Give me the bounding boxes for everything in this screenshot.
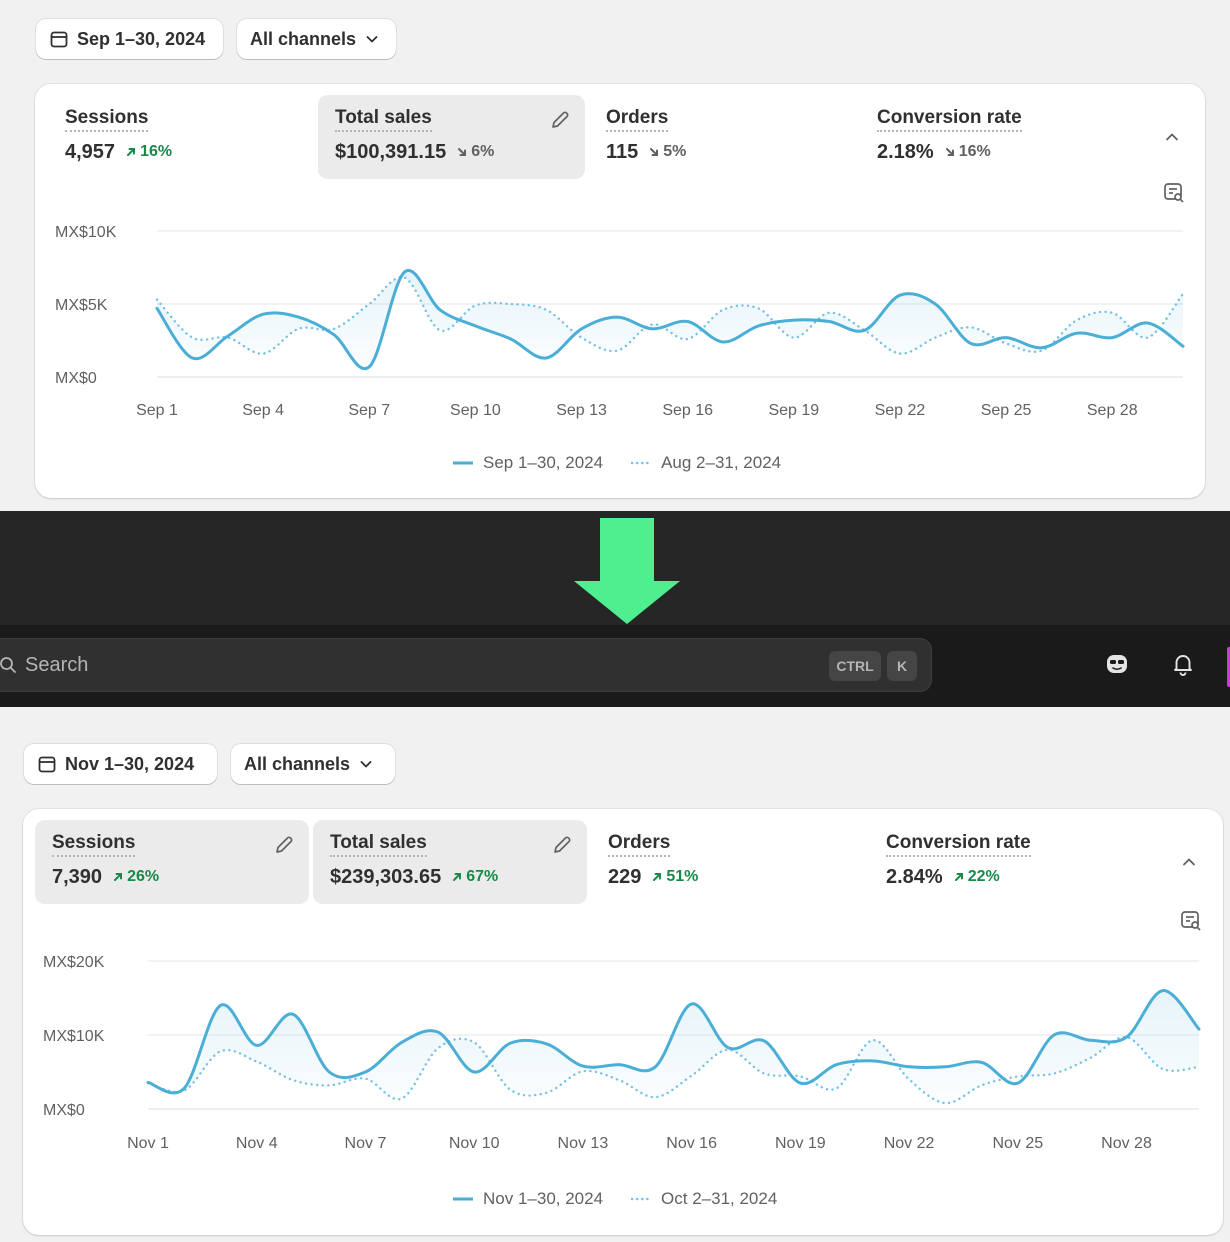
arrow-down-icon: [574, 518, 680, 624]
y-tick-label: MX$10K: [43, 1028, 105, 1045]
series-gap-area: [157, 270, 1183, 369]
series-line-current: [155, 268, 1185, 371]
x-tick-label: Nov 25: [992, 1135, 1043, 1152]
x-tick-label: Nov 16: [666, 1135, 717, 1152]
transition-band: [0, 511, 1230, 625]
top-section: Sep 1–30, 2024 All channels Sessions 4,9…: [0, 0, 1230, 511]
y-tick-label: MX$0: [55, 370, 97, 387]
y-tick-label: MX$20K: [43, 954, 105, 971]
sidekick-icon[interactable]: [1104, 651, 1130, 677]
x-tick-label: Sep 28: [1087, 402, 1138, 419]
x-tick-label: Nov 10: [449, 1135, 500, 1152]
x-tick-label: Sep 25: [981, 402, 1032, 419]
x-tick-label: Nov 7: [345, 1135, 387, 1152]
x-tick-label: Sep 22: [875, 402, 926, 419]
search-input[interactable]: Search: [25, 654, 88, 677]
x-tick-label: Sep 16: [662, 402, 713, 419]
y-tick-label: MX$0: [43, 1102, 85, 1119]
search-bar[interactable]: Search CTRL K: [0, 638, 932, 692]
x-tick-label: Sep 13: [556, 402, 607, 419]
y-tick-label: MX$10K: [55, 224, 117, 241]
x-tick-label: Sep 4: [242, 402, 284, 419]
x-tick-label: Sep 7: [348, 402, 390, 419]
x-tick-label: Nov 1: [127, 1135, 169, 1152]
sales-chart-november: MX$0 MX$10K MX$20K Nov 1 Nov 4 Nov 7 Nov 10 Nov…: [43, 954, 1201, 1152]
bell-icon[interactable]: [1170, 651, 1196, 677]
series-gap-area: [148, 990, 1199, 1104]
series-line-previous: [155, 276, 1185, 355]
x-tick-label: Nov 19: [775, 1135, 826, 1152]
shortcut-k-key: K: [887, 651, 917, 681]
x-tick-label: Sep 10: [450, 402, 501, 419]
shortcut-ctrl-key: CTRL: [829, 651, 881, 681]
x-tick-label: Nov 28: [1101, 1135, 1152, 1152]
search-icon: [0, 657, 16, 673]
x-tick-label: Nov 4: [236, 1135, 278, 1152]
x-tick-label: Nov 13: [558, 1135, 609, 1152]
x-tick-label: Sep 1: [136, 402, 178, 419]
x-tick-label: Sep 19: [768, 402, 819, 419]
x-tick-label: Nov 22: [884, 1135, 935, 1152]
y-tick-label: MX$5K: [55, 297, 108, 314]
bottom-section: Nov 1–30, 2024 All channels Sessions 7,3…: [0, 707, 1230, 1242]
top-bar: Search CTRL K: [0, 625, 1230, 707]
sales-chart-september: MX$0 MX$5K MX$10K Sep 1 Sep 4 Sep 7 Sep 10 Sep …: [55, 224, 1185, 419]
